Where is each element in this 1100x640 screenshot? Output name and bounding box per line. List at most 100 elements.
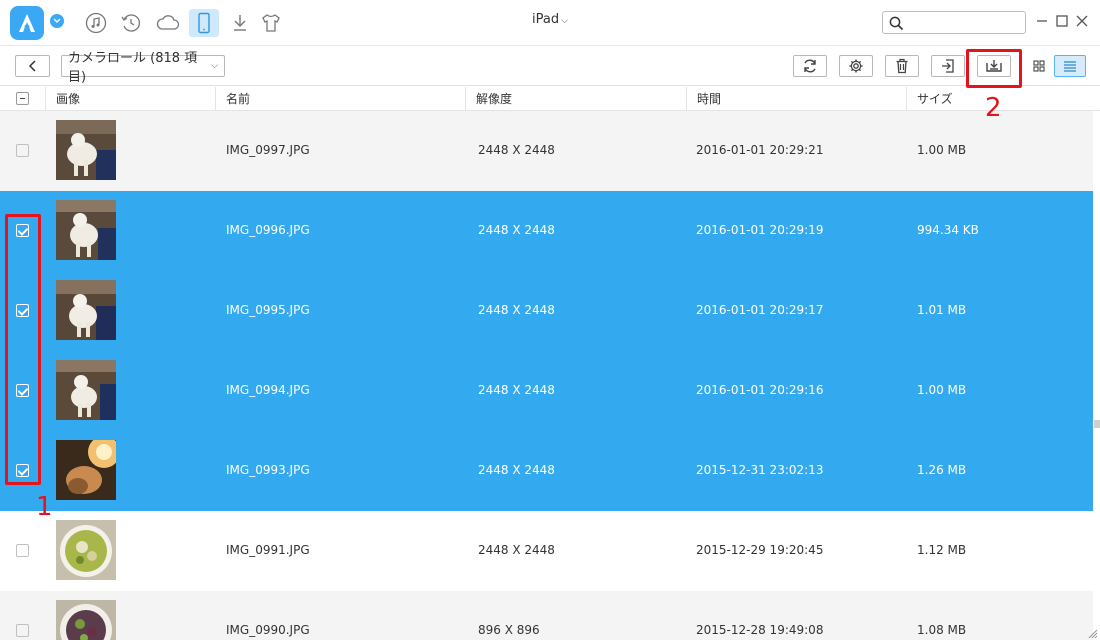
- resolution: 2448 X 2448: [478, 543, 555, 557]
- photo-thumbnail: [56, 440, 116, 500]
- file-size: 994.34 KB: [917, 223, 979, 237]
- column-header-resolution[interactable]: 解像度: [467, 87, 512, 111]
- refresh-button[interactable]: [793, 55, 827, 77]
- column-header-image[interactable]: 画像: [47, 87, 80, 111]
- annotation-number-1: 1: [36, 492, 53, 522]
- photo-thumbnail: [56, 520, 116, 580]
- list-view-button[interactable]: [1054, 55, 1086, 77]
- resolution: 2448 X 2448: [478, 223, 555, 237]
- file-size: 1.00 MB: [917, 143, 967, 157]
- photo-thumbnail: [56, 600, 116, 640]
- toolbar: カメラロール (818 項目) ⌵: [0, 46, 1100, 86]
- app-window: iPad ⌵ カメラロール (818 項目) ⌵ 画像 名前 解像度 時間 サイ…: [0, 0, 1100, 640]
- timestamp: 2016-01-01 20:29:21: [696, 143, 824, 157]
- annotation-checkbox-highlight: [5, 214, 41, 485]
- history-icon[interactable]: [116, 9, 146, 37]
- minimize-icon[interactable]: [1035, 14, 1049, 28]
- column-header-name[interactable]: 名前: [217, 87, 250, 111]
- title-bar: iPad ⌵: [0, 0, 1100, 46]
- photo-list: IMG_0997.JPG 2448 X 2448 2016-01-01 20:2…: [0, 111, 1093, 640]
- column-divider: [45, 87, 46, 111]
- table-header: 画像 名前 解像度 時間 サイズ: [0, 87, 1100, 111]
- import-to-device-button[interactable]: [931, 55, 965, 77]
- column-divider: [906, 87, 907, 111]
- photo-thumbnail: [56, 120, 116, 180]
- file-name: IMG_0991.JPG: [226, 543, 310, 557]
- file-size: 1.08 MB: [917, 623, 967, 637]
- table-row[interactable]: IMG_0996.JPG 2448 X 2448 2016-01-01 20:2…: [0, 191, 1093, 271]
- chevron-left-icon: [28, 60, 36, 72]
- photo-thumbnail: [56, 280, 116, 340]
- close-icon[interactable]: [1075, 14, 1089, 28]
- search-icon: [889, 16, 904, 31]
- gear-icon: [849, 59, 863, 73]
- table-row[interactable]: IMG_0995.JPG 2448 X 2448 2016-01-01 20:2…: [0, 271, 1093, 351]
- resolution: 2448 X 2448: [478, 463, 555, 477]
- file-size: 1.00 MB: [917, 383, 967, 397]
- grid-view-icon: [1033, 60, 1045, 72]
- file-size: 1.12 MB: [917, 543, 967, 557]
- back-button[interactable]: [15, 55, 50, 77]
- table-row[interactable]: IMG_0993.JPG 2448 X 2448 2015-12-31 23:0…: [0, 431, 1093, 511]
- chevron-down-icon: ⌵: [211, 61, 218, 71]
- import-icon: [942, 59, 954, 73]
- timestamp: 2016-01-01 20:29:19: [696, 223, 824, 237]
- file-name: IMG_0997.JPG: [226, 143, 310, 157]
- app-menu-chevron-down-icon[interactable]: [50, 14, 64, 28]
- device-name: iPad: [532, 12, 560, 27]
- device-icon[interactable]: [189, 9, 219, 37]
- music-note-icon[interactable]: [81, 9, 111, 37]
- album-label: カメラロール (818 項目): [68, 51, 198, 85]
- timestamp: 2015-12-28 19:49:08: [696, 623, 824, 637]
- table-row[interactable]: IMG_0994.JPG 2448 X 2448 2016-01-01 20:2…: [0, 351, 1093, 431]
- maximize-icon[interactable]: [1055, 14, 1069, 28]
- tshirt-icon[interactable]: [256, 9, 286, 37]
- list-view-icon: [1064, 61, 1076, 72]
- settings-button[interactable]: [839, 55, 873, 77]
- cloud-icon[interactable]: [153, 9, 183, 37]
- resolution: 896 X 896: [478, 623, 540, 637]
- row-checkbox[interactable]: [16, 624, 29, 637]
- search-input[interactable]: [882, 11, 1026, 34]
- photo-thumbnail: [56, 200, 116, 260]
- file-name: IMG_0994.JPG: [226, 383, 310, 397]
- timestamp: 2015-12-29 19:20:45: [696, 543, 824, 557]
- download-icon[interactable]: [225, 9, 255, 37]
- column-header-time[interactable]: 時間: [688, 87, 721, 111]
- file-size: 1.26 MB: [917, 463, 967, 477]
- grid-view-button[interactable]: [1024, 55, 1054, 77]
- file-name: IMG_0995.JPG: [226, 303, 310, 317]
- delete-button[interactable]: [885, 55, 919, 77]
- resolution: 2448 X 2448: [478, 303, 555, 317]
- photo-thumbnail: [56, 360, 116, 420]
- column-divider: [686, 87, 687, 111]
- album-selector[interactable]: カメラロール (818 項目) ⌵: [61, 51, 225, 85]
- row-checkbox[interactable]: [16, 544, 29, 557]
- annotation-number-2: 2: [985, 93, 1002, 123]
- app-logo-icon[interactable]: [10, 6, 44, 40]
- resolution: 2448 X 2448: [478, 383, 555, 397]
- file-name: IMG_0990.JPG: [226, 623, 310, 637]
- column-header-size[interactable]: サイズ: [908, 87, 953, 111]
- timestamp: 2016-01-01 20:29:17: [696, 303, 824, 317]
- file-size: 1.01 MB: [917, 303, 967, 317]
- file-name: IMG_0993.JPG: [226, 463, 310, 477]
- select-all-checkbox[interactable]: [16, 92, 29, 105]
- trash-icon: [896, 58, 908, 74]
- scrollbar-thumb[interactable]: [1094, 420, 1100, 428]
- resolution: 2448 X 2448: [478, 143, 555, 157]
- device-selector[interactable]: iPad ⌵: [500, 12, 600, 27]
- table-row[interactable]: IMG_0991.JPG 2448 X 2448 2015-12-29 19:2…: [0, 511, 1093, 591]
- timestamp: 2015-12-31 23:02:13: [696, 463, 824, 477]
- resize-grip-icon[interactable]: [1086, 628, 1098, 638]
- chevron-down-icon: ⌵: [561, 16, 568, 26]
- column-divider: [465, 87, 466, 111]
- table-row[interactable]: IMG_0997.JPG 2448 X 2448 2016-01-01 20:2…: [0, 111, 1093, 191]
- refresh-icon: [804, 59, 816, 73]
- column-divider: [215, 87, 216, 111]
- table-row[interactable]: IMG_0990.JPG 896 X 896 2015-12-28 19:49:…: [0, 591, 1093, 640]
- annotation-export-highlight: [966, 49, 1022, 88]
- timestamp: 2016-01-01 20:29:16: [696, 383, 824, 397]
- row-checkbox[interactable]: [16, 144, 29, 157]
- file-name: IMG_0996.JPG: [226, 223, 310, 237]
